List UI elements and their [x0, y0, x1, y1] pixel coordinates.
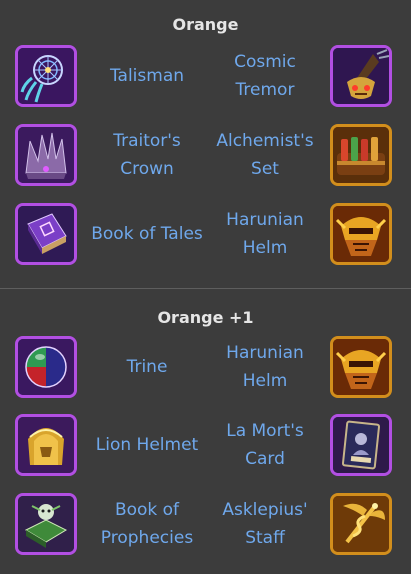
- section-orange: Orange Talisman Cosmic Tremor Traitor's …: [0, 0, 411, 288]
- book-of-prophecies-icon[interactable]: [15, 493, 77, 555]
- la-morts-card-icon[interactable]: [330, 414, 392, 476]
- harunian-helm-icon[interactable]: [330, 203, 392, 265]
- talisman-icon[interactable]: [15, 45, 77, 107]
- section-title: Orange +1: [157, 308, 254, 327]
- item-label: Asklepius' Staff: [222, 500, 308, 548]
- item-label: Harunian Helm: [226, 210, 304, 258]
- asklepius-staff-icon[interactable]: [330, 493, 392, 555]
- lion-helmet-icon[interactable]: [15, 414, 77, 476]
- item-row: Talisman Cosmic Tremor: [0, 45, 411, 111]
- item-row: Lion Helmet La Mort's Card: [0, 414, 411, 480]
- item-label: Cosmic Tremor: [234, 52, 296, 100]
- harunian-helm-icon[interactable]: [330, 336, 392, 398]
- item-row: Book of Tales Harunian Helm: [0, 203, 411, 269]
- item-label: Alchemist's Set: [216, 131, 314, 179]
- item-label: La Mort's Card: [226, 421, 304, 469]
- item-row: Book of Prophecies Asklepius' Staff: [0, 493, 411, 559]
- traitors-crown-icon[interactable]: [15, 124, 77, 186]
- book-of-tales-icon[interactable]: [15, 203, 77, 265]
- item-label: Talisman: [109, 66, 185, 86]
- item-label: Trine: [126, 357, 168, 377]
- item-label: Harunian Helm: [226, 343, 304, 391]
- item-label: Book of Tales: [91, 224, 203, 244]
- item-label: Lion Helmet: [95, 435, 199, 455]
- section-orange-plus-1: Orange +1 Trine Harunian Helm Lion Helme…: [0, 288, 411, 574]
- alchemists-set-icon[interactable]: [330, 124, 392, 186]
- trine-icon[interactable]: [15, 336, 77, 398]
- item-row: Traitor's Crown Alchemist's Set: [0, 124, 411, 190]
- item-label: Book of Prophecies: [100, 500, 194, 548]
- item-row: Trine Harunian Helm: [0, 336, 411, 402]
- section-title: Orange: [172, 15, 239, 34]
- cosmic-tremor-icon[interactable]: [330, 45, 392, 107]
- item-label: Traitor's Crown: [113, 131, 181, 179]
